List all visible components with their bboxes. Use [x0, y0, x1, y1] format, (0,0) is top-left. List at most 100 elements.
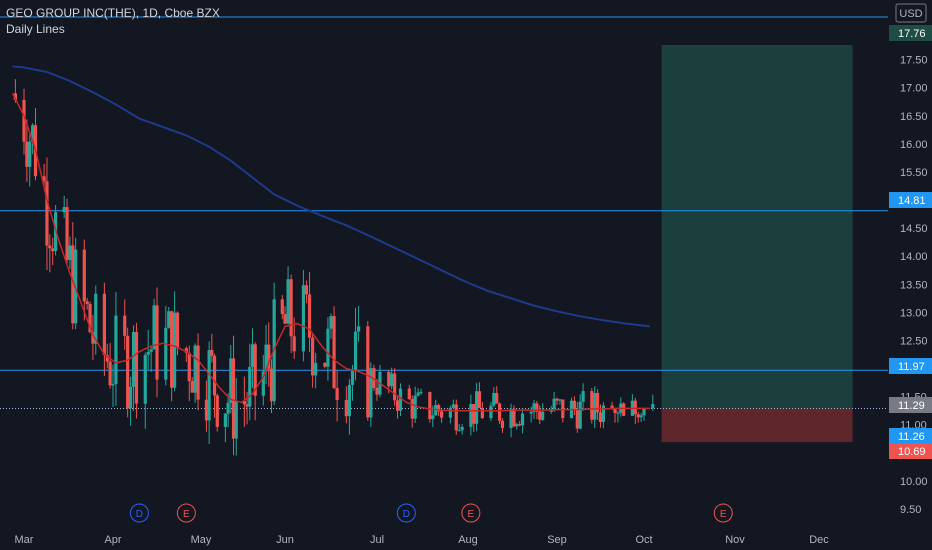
candle-body: [134, 331, 139, 404]
price-tag-text: 17.76: [898, 28, 926, 40]
loss-zone: [661, 408, 853, 443]
candle-body: [472, 403, 476, 424]
candle-body: [94, 293, 98, 344]
candle-body: [152, 305, 156, 350]
candle-body: [475, 391, 479, 424]
y-tick-label: 17.50: [900, 55, 928, 67]
price-tag-line: 11.26: [889, 428, 932, 444]
candle-body: [215, 395, 219, 427]
candle-body: [85, 301, 89, 304]
candle-body: [375, 387, 379, 395]
event-label: E: [720, 509, 727, 520]
x-tick-label: Dec: [809, 534, 829, 546]
candle-body: [393, 373, 397, 401]
price-tag-line: 11.97: [889, 358, 932, 374]
x-tick-label: Jul: [370, 534, 384, 546]
candle-body: [292, 336, 296, 352]
candle-body: [51, 248, 55, 252]
event-label: D: [403, 509, 410, 520]
candle-body: [460, 426, 464, 431]
candle-body: [190, 381, 194, 393]
candle-body: [538, 411, 542, 420]
candle-body: [280, 299, 284, 315]
candle-body: [25, 141, 29, 167]
candle-body: [413, 395, 417, 419]
price-tag-stop: 10.69: [889, 443, 932, 459]
event-marker-earnings: E: [461, 503, 481, 523]
candle-body: [131, 331, 136, 387]
candle-body: [439, 411, 444, 418]
price-tag-text: 11.26: [898, 431, 925, 443]
candle-body: [173, 312, 177, 388]
candle-body: [512, 408, 516, 427]
candle-body: [520, 413, 525, 426]
candle-body: [28, 141, 32, 167]
event-marker-earnings: E: [713, 503, 733, 523]
y-tick-label: 15.50: [900, 167, 928, 179]
candle-body: [155, 305, 159, 380]
candle-body: [636, 414, 640, 418]
candle-body: [45, 181, 49, 246]
currency-label: USD: [895, 3, 927, 23]
event-label: E: [183, 509, 190, 520]
candle-body: [304, 285, 309, 295]
candle-body: [477, 391, 482, 408]
candle-body: [387, 371, 391, 387]
profit-zone: [661, 45, 853, 409]
candle-body: [357, 326, 361, 332]
candle-body: [286, 279, 290, 324]
candle-body: [639, 415, 643, 418]
candle-body: [143, 354, 147, 404]
y-tick-label: 9.50: [900, 504, 921, 516]
price-chart[interactable]: DEDEE 9.5010.0010.5011.0011.5012.0012.50…: [0, 0, 932, 550]
candle-body: [108, 361, 112, 386]
candle-body: [326, 328, 330, 367]
candle-body: [335, 388, 339, 400]
x-tick-label: Nov: [725, 534, 745, 546]
currency-text: USD: [899, 8, 922, 20]
candle-body: [207, 350, 211, 421]
candle-body: [111, 384, 115, 386]
candle-body: [234, 400, 238, 439]
candle-body: [196, 345, 200, 400]
x-tick-label: Jun: [276, 534, 294, 546]
candle-body: [410, 399, 414, 419]
candle-body: [622, 403, 626, 416]
candle-body: [167, 311, 171, 328]
candle-body: [193, 345, 197, 393]
candle-body: [114, 315, 118, 385]
y-tick-label: 13.50: [900, 279, 928, 291]
candle-body: [323, 362, 327, 367]
candle-body: [593, 393, 597, 420]
candle-body: [448, 407, 452, 418]
candle-body: [555, 398, 559, 401]
candle-body: [428, 392, 432, 420]
indicator-label: Daily Lines: [6, 22, 65, 36]
candle-body: [170, 311, 174, 388]
event-label: D: [136, 509, 143, 520]
candle-body: [82, 249, 86, 302]
candle-body: [529, 411, 533, 414]
candle-body: [329, 316, 333, 329]
x-tick-label: Sep: [547, 534, 567, 546]
position-zones: [661, 45, 853, 443]
x-tick-label: Oct: [635, 534, 652, 546]
candle-body: [495, 393, 499, 404]
x-tick-label: Aug: [458, 534, 478, 546]
candle-body: [552, 398, 556, 410]
candle-body: [390, 373, 394, 387]
candle-body: [129, 386, 133, 409]
candle-body: [509, 408, 513, 428]
y-tick-label: 16.50: [900, 111, 928, 123]
candle-body: [366, 326, 370, 418]
price-tag-text: 11.29: [898, 400, 925, 412]
candle-body: [164, 327, 168, 380]
candle-body: [558, 399, 562, 401]
candle-body: [332, 316, 336, 389]
candle-body: [62, 207, 66, 213]
y-tick-label: 12.50: [900, 335, 928, 347]
candle-body: [578, 401, 582, 429]
candle-body: [431, 415, 435, 420]
candle-body: [353, 331, 358, 371]
price-tag-text: 11.97: [898, 361, 925, 373]
